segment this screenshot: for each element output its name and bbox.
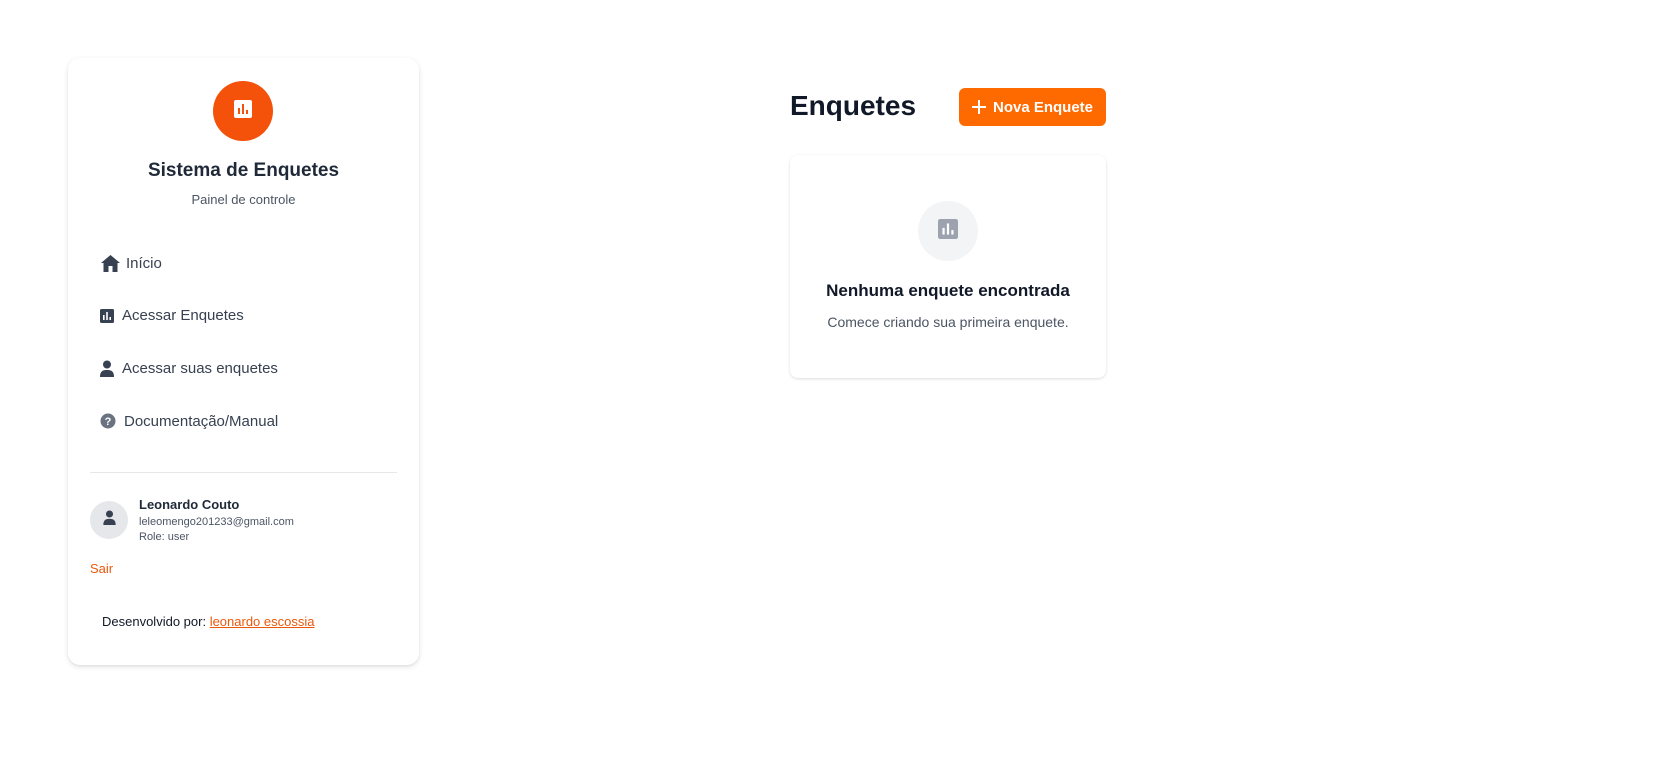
app-title: Sistema de Enquetes — [147, 160, 340, 181]
divider — [90, 472, 397, 473]
bar-chart-icon — [938, 218, 958, 244]
empty-state-card: Nenhuma enquete encontrada Comece criand… — [790, 155, 1106, 378]
empty-state-subtitle: Comece criando sua primeira enquete. — [827, 314, 1069, 330]
sidebar-nav: Início Acessar Enquetes Acessar suas enq… — [100, 246, 397, 457]
user-icon — [102, 510, 116, 530]
sidebar: Sistema de Enquetes Painel de controle I… — [68, 58, 419, 665]
empty-state-icon-wrapper — [918, 201, 978, 261]
nav-item-label: Início — [126, 254, 162, 272]
developer-credit-prefix: Desenvolvido por: — [102, 614, 207, 629]
nav-item-label: Acessar Enquetes — [122, 307, 244, 325]
plus-icon — [971, 100, 986, 114]
nav-item-documentacao[interactable]: ? Documentação/Manual — [100, 404, 397, 438]
bar-chart-icon — [100, 306, 114, 326]
avatar — [90, 501, 128, 539]
logout-link[interactable]: Sair — [90, 561, 113, 576]
user-icon — [100, 358, 114, 378]
nav-item-label: Acessar suas enquetes — [122, 359, 278, 377]
bar-chart-icon — [234, 99, 252, 123]
empty-state-title: Nenhuma enquete encontrada — [826, 281, 1070, 300]
svg-text:?: ? — [105, 416, 112, 428]
brand-logo — [213, 81, 273, 141]
app-subtitle: Painel de controle — [191, 192, 296, 207]
user-role: Role: user — [139, 531, 190, 543]
new-poll-button-label: Nova Enquete — [992, 98, 1094, 116]
help-circle-icon: ? — [100, 411, 116, 431]
user-name: Leonardo Couto — [139, 497, 240, 512]
user-email: leleomengo201233@gmail.com — [139, 516, 294, 528]
developer-credit: Desenvolvido por: leonardo escossia — [102, 614, 314, 629]
home-icon — [100, 253, 120, 273]
nav-item-label: Documentação/Manual — [124, 412, 279, 430]
nav-item-inicio[interactable]: Início — [100, 246, 397, 280]
nav-item-suas-enquetes[interactable]: Acessar suas enquetes — [100, 351, 397, 385]
page-title: Enquetes — [790, 90, 917, 121]
developer-link[interactable]: leonardo escossia — [210, 614, 315, 629]
new-poll-button[interactable]: Nova Enquete — [959, 88, 1106, 126]
nav-item-acessar-enquetes[interactable]: Acessar Enquetes — [100, 299, 397, 333]
